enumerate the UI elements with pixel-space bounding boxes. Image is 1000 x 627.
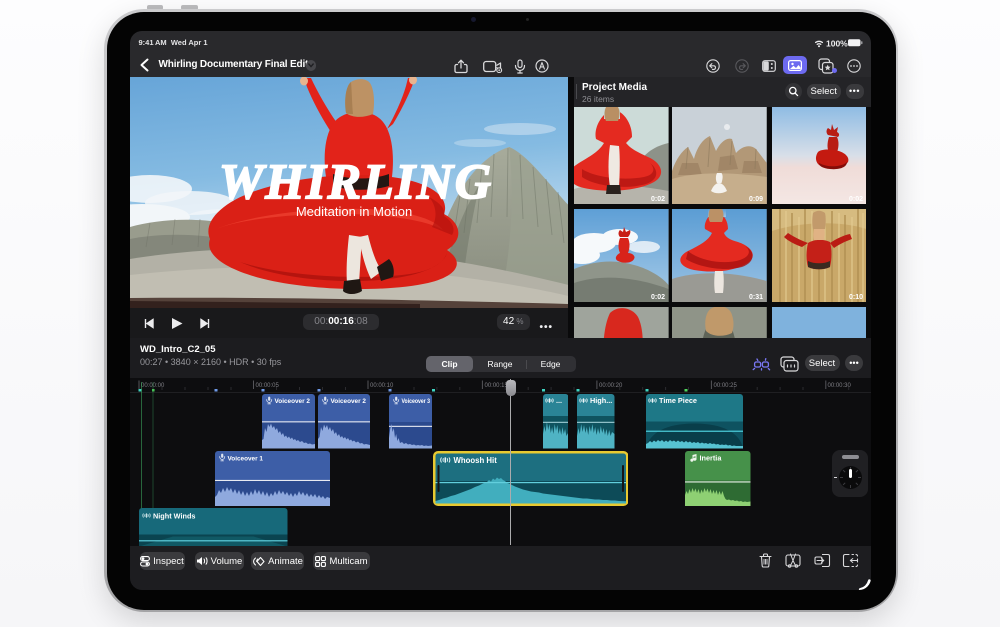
svg-text:0:02: 0:02 (651, 196, 665, 203)
svg-text:High...: High... (590, 396, 612, 405)
svg-text:Voiceover 3: Voiceover 3 (402, 398, 431, 405)
svg-text:0:10: 0:10 (849, 294, 863, 301)
svg-text:Time Piece: Time Piece (659, 396, 697, 405)
svg-text:Whoosh Hit: Whoosh Hit (453, 456, 497, 465)
svg-text:0:09: 0:09 (749, 195, 763, 202)
svg-text:Voiceover 1: Voiceover 1 (228, 456, 264, 463)
svg-text:0:31: 0:31 (749, 293, 763, 300)
svg-text:...: ... (556, 396, 562, 405)
svg-text:100%: 100% (826, 39, 848, 48)
svg-text:00:00:05: 00:00:05 (255, 383, 279, 389)
svg-text:Voiceover 2: Voiceover 2 (275, 398, 311, 405)
svg-text:00:00:30: 00:00:30 (827, 383, 851, 389)
svg-text:00:00:10: 00:00:10 (370, 383, 394, 389)
svg-text:WHIRLING: WHIRLING (219, 153, 491, 209)
svg-text:0:02: 0:02 (651, 294, 665, 301)
svg-text:0:02: 0:02 (849, 196, 863, 203)
svg-text:Inertia: Inertia (700, 454, 723, 463)
svg-text:Meditation in Motion: Meditation in Motion (295, 204, 411, 219)
svg-text:Voiceover 2: Voiceover 2 (331, 398, 367, 405)
svg-text:Night Winds: Night Winds (153, 511, 196, 520)
